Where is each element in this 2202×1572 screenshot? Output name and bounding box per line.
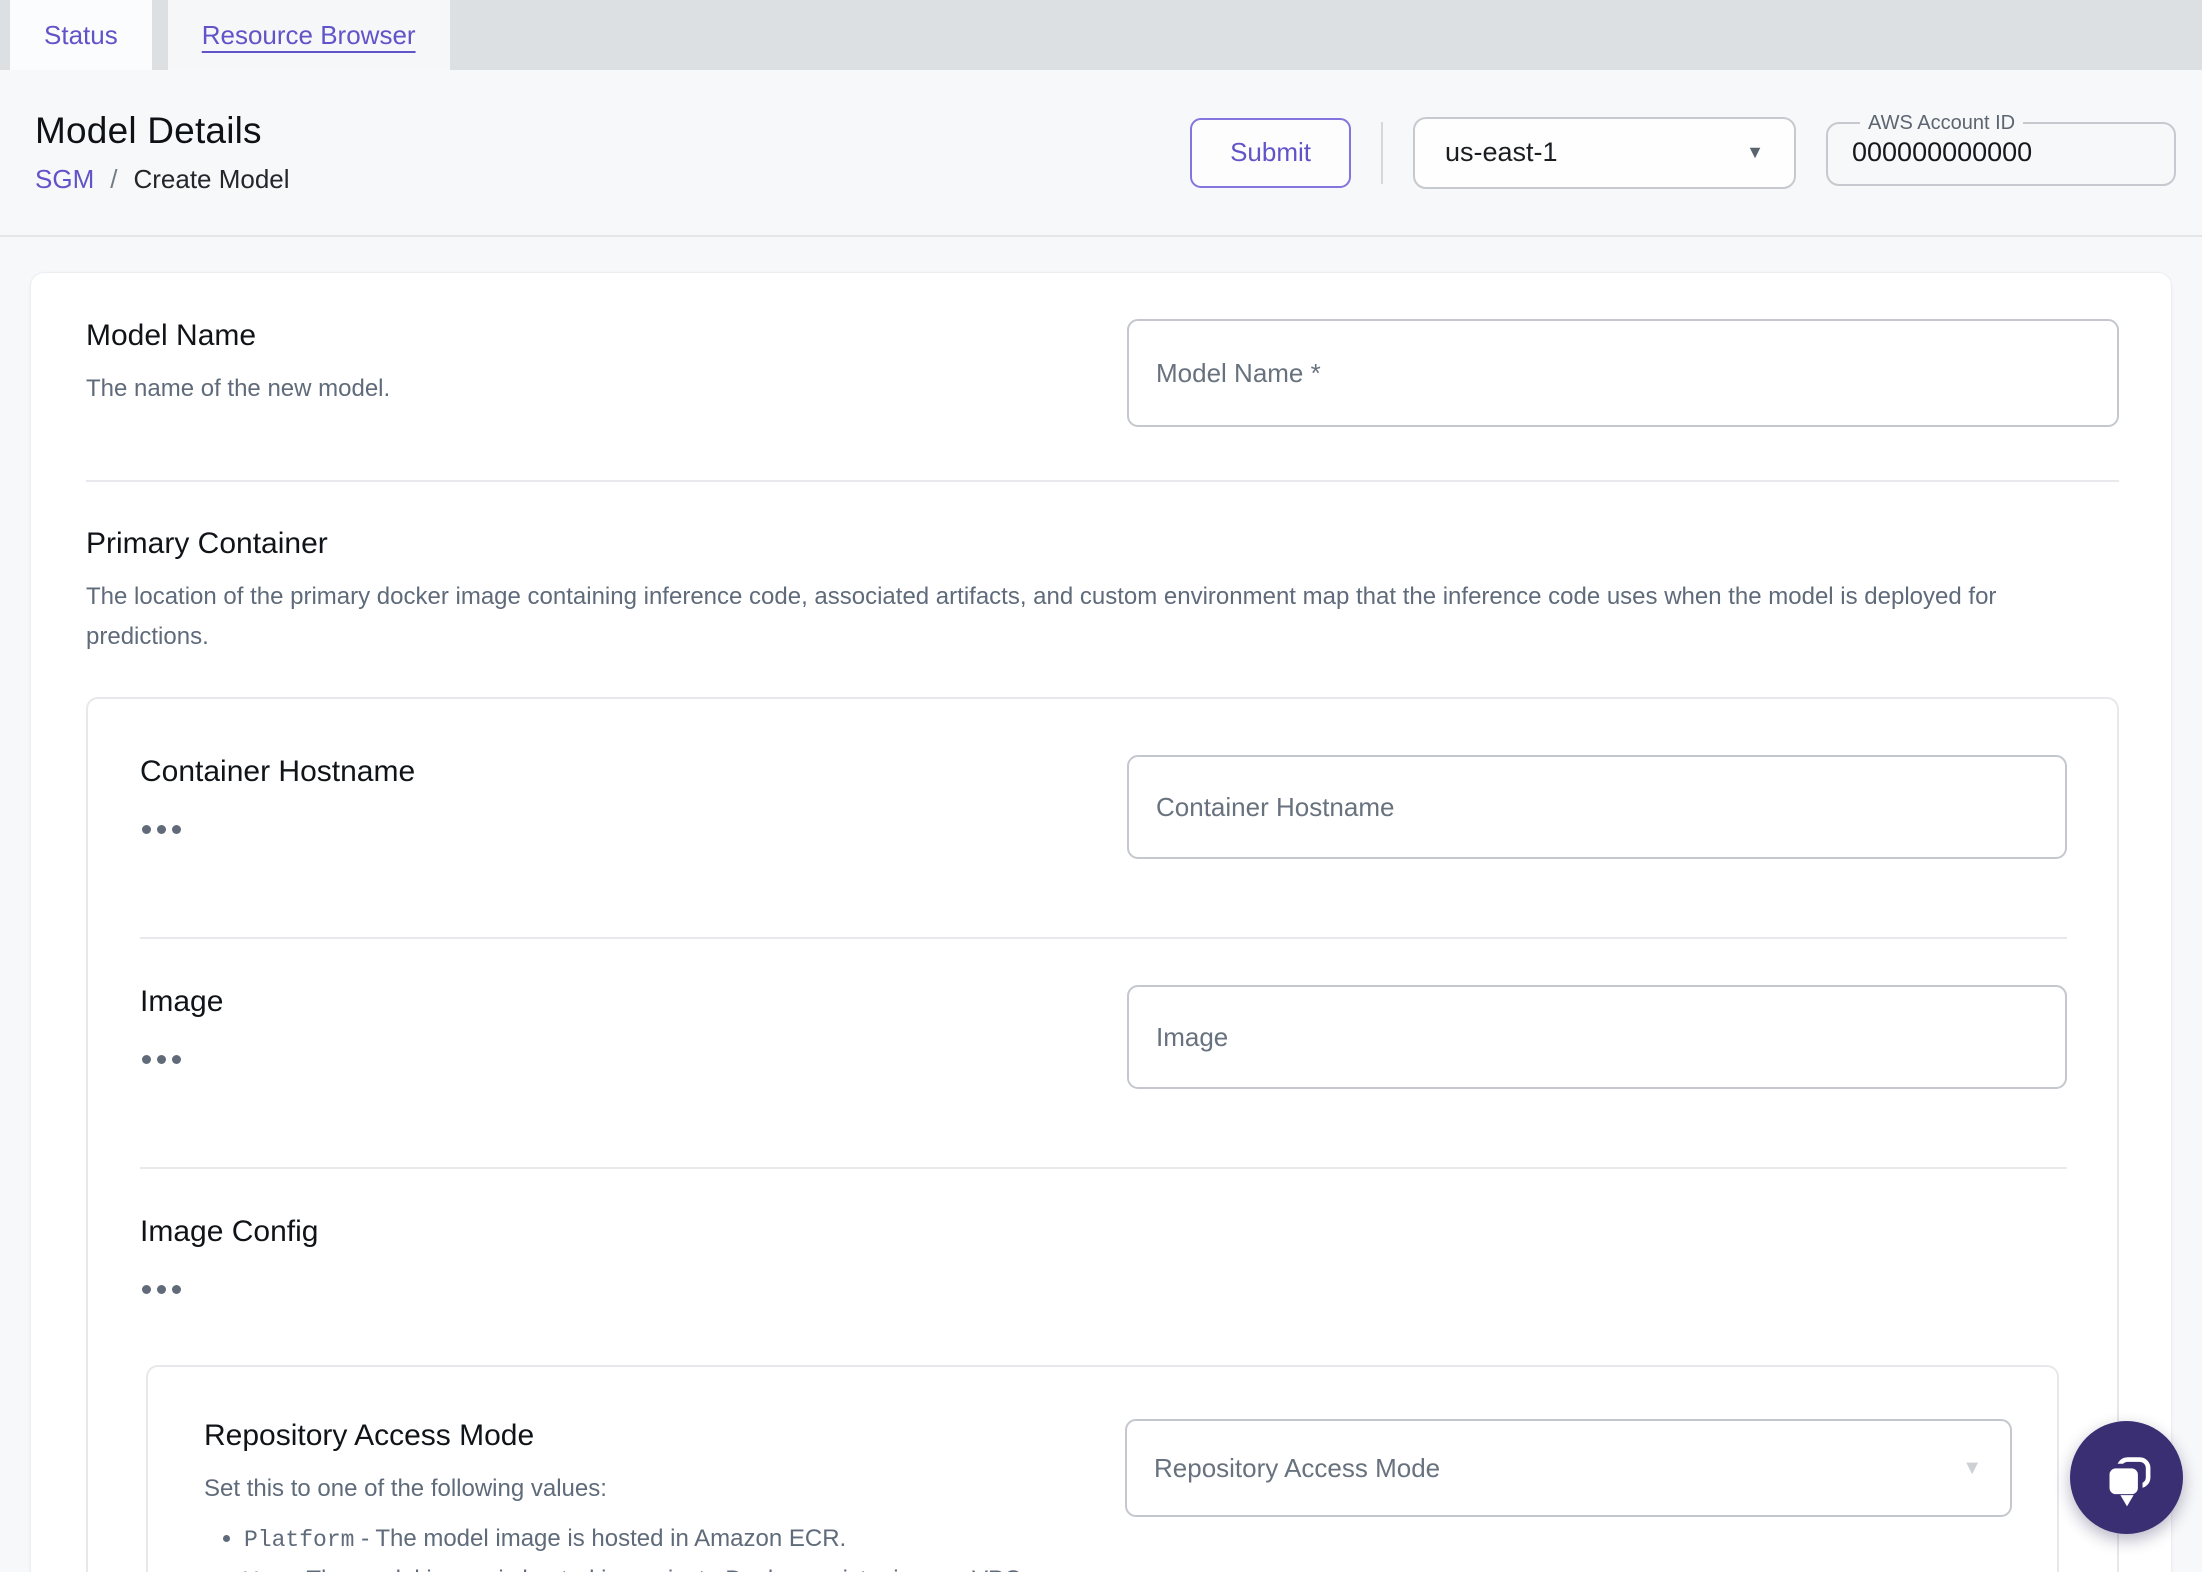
content-area: Model Name The name of the new model. Pr… bbox=[0, 237, 2202, 1572]
repository-access-mode-row: Repository Access Mode Set this to one o… bbox=[204, 1419, 2012, 1572]
tab-status-label: Status bbox=[44, 19, 118, 50]
container-hostname-row: Container Hostname bbox=[140, 755, 2067, 859]
model-name-heading: Model Name bbox=[86, 319, 257, 352]
primary-container-group: Container Hostname Image bbox=[86, 697, 2119, 1572]
repository-access-mode-placeholder: Repository Access Mode bbox=[1154, 1452, 1441, 1483]
container-hostname-input[interactable] bbox=[1127, 755, 2067, 859]
image-config-block: Image Config bbox=[140, 1215, 2067, 1299]
tab-resource-browser-label: Resource Browser bbox=[201, 19, 416, 50]
region-select[interactable]: us-east-1 ▼ bbox=[1413, 116, 1796, 189]
repository-access-mode-options: Platform - The model image is hosted in … bbox=[218, 1519, 1085, 1572]
field-divider bbox=[140, 1167, 2067, 1169]
ellipsis-icon[interactable] bbox=[140, 821, 183, 838]
field-divider bbox=[140, 937, 2067, 939]
option-vpc: Vpc - The model image is hosted in a pri… bbox=[244, 1560, 1085, 1572]
aws-account-id-input[interactable] bbox=[1852, 136, 2142, 168]
header-divider bbox=[1381, 121, 1383, 184]
repository-access-mode-select[interactable]: Repository Access Mode ▼ bbox=[1125, 1419, 2012, 1517]
image-config-card: Repository Access Mode Set this to one o… bbox=[146, 1365, 2059, 1572]
header-left: Model Details SGM / Create Model bbox=[35, 110, 290, 195]
option-platform: Platform - The model image is hosted in … bbox=[244, 1519, 1085, 1560]
breadcrumb-current: Create Model bbox=[133, 164, 290, 194]
create-model-page: Status Resource Browser Model Details SG… bbox=[0, 0, 2202, 1572]
caret-down-icon: ▼ bbox=[1962, 1456, 1982, 1479]
header-controls: Submit us-east-1 ▼ AWS Account ID bbox=[1190, 111, 2176, 189]
repository-access-mode-description: Set this to one of the following values: bbox=[204, 1475, 607, 1502]
model-name-row: Model Name The name of the new model. bbox=[86, 319, 2119, 427]
model-name-input[interactable] bbox=[1127, 319, 2119, 427]
image-info: Image bbox=[140, 985, 1127, 1069]
page-header: Model Details SGM / Create Model Submit … bbox=[0, 70, 2202, 237]
breadcrumb-separator: / bbox=[110, 164, 118, 194]
tab-bar: Status Resource Browser bbox=[0, 0, 2202, 70]
primary-container-heading: Primary Container bbox=[86, 527, 328, 560]
image-heading: Image bbox=[140, 985, 224, 1018]
aws-account-id-field: AWS Account ID bbox=[1826, 111, 2176, 186]
repository-access-mode-heading: Repository Access Mode bbox=[204, 1419, 535, 1452]
primary-container-description: The location of the primary docker image… bbox=[86, 583, 1997, 650]
tab-resource-browser[interactable]: Resource Browser bbox=[167, 0, 450, 70]
breadcrumb-root-link[interactable]: SGM bbox=[35, 164, 94, 195]
model-name-description: The name of the new model. bbox=[86, 375, 391, 402]
caret-down-icon: ▼ bbox=[1746, 142, 1764, 162]
region-select-value: us-east-1 bbox=[1445, 137, 1558, 167]
submit-button[interactable]: Submit bbox=[1190, 117, 1351, 188]
container-hostname-info: Container Hostname bbox=[140, 755, 1127, 839]
repository-access-mode-info: Repository Access Mode Set this to one o… bbox=[204, 1419, 1125, 1572]
model-name-info: Model Name The name of the new model. bbox=[86, 319, 1127, 409]
aws-account-id-label: AWS Account ID bbox=[1868, 111, 2016, 134]
image-config-heading: Image Config bbox=[140, 1215, 319, 1248]
model-details-card: Model Name The name of the new model. Pr… bbox=[30, 272, 2172, 1572]
breadcrumb: SGM / Create Model bbox=[35, 164, 290, 195]
page-title: Model Details bbox=[35, 110, 262, 151]
chat-bubble-icon bbox=[2094, 1445, 2160, 1511]
section-divider bbox=[86, 480, 2119, 482]
primary-container-section: Primary Container The location of the pr… bbox=[86, 527, 2119, 1572]
ellipsis-icon[interactable] bbox=[140, 1051, 183, 1068]
image-input[interactable] bbox=[1127, 985, 2067, 1089]
chat-launcher-button[interactable] bbox=[2070, 1421, 2183, 1534]
tab-status[interactable]: Status bbox=[10, 0, 152, 70]
image-row: Image bbox=[140, 985, 2067, 1089]
container-hostname-heading: Container Hostname bbox=[140, 755, 416, 788]
ellipsis-icon[interactable] bbox=[140, 1281, 183, 1298]
